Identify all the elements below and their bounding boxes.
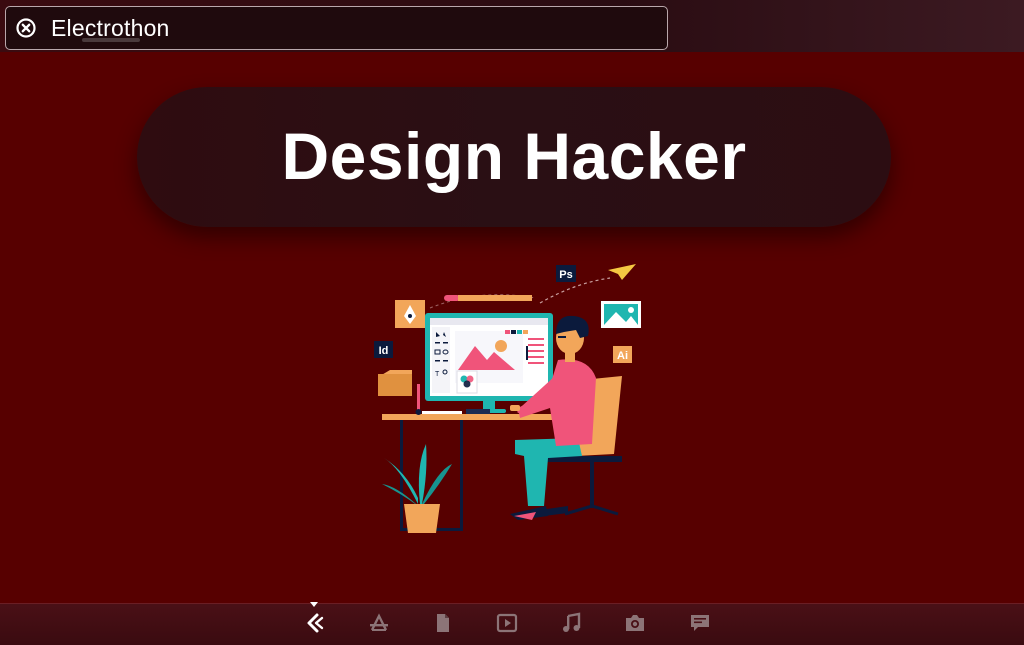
image-card <box>601 301 641 328</box>
paper-plane-icon <box>608 264 636 280</box>
photoshop-badge: Ps <box>556 265 576 282</box>
title-banner: Design Hacker <box>137 87 891 227</box>
apps-icon[interactable] <box>367 611 391 635</box>
close-icon[interactable] <box>16 18 36 38</box>
designer-illustration: Ps Id Ai T <box>374 264 641 533</box>
video-icon[interactable] <box>495 611 519 635</box>
pen-tool-card <box>395 300 425 328</box>
svg-text:T: T <box>435 371 440 378</box>
search-field[interactable]: Electrothon <box>5 6 668 50</box>
text-cursor-highlight <box>82 38 140 42</box>
badge-ps: Ps <box>559 269 572 281</box>
document-icon[interactable] <box>431 611 455 635</box>
music-icon[interactable] <box>559 611 583 635</box>
badge-ai: Ai <box>617 350 628 362</box>
message-icon[interactable] <box>688 611 712 635</box>
indesign-badge: Id <box>374 341 393 358</box>
page-title: Design Hacker <box>281 119 747 193</box>
camera-icon[interactable] <box>623 611 647 635</box>
illustrator-badge: Ai <box>613 346 632 363</box>
plant <box>382 444 452 533</box>
badge-id: Id <box>379 345 389 357</box>
folder-icon <box>378 370 412 396</box>
top-bar: Electrothon <box>0 0 1024 52</box>
app-logo-icon[interactable] <box>302 611 326 635</box>
active-app-indicator <box>310 602 318 607</box>
